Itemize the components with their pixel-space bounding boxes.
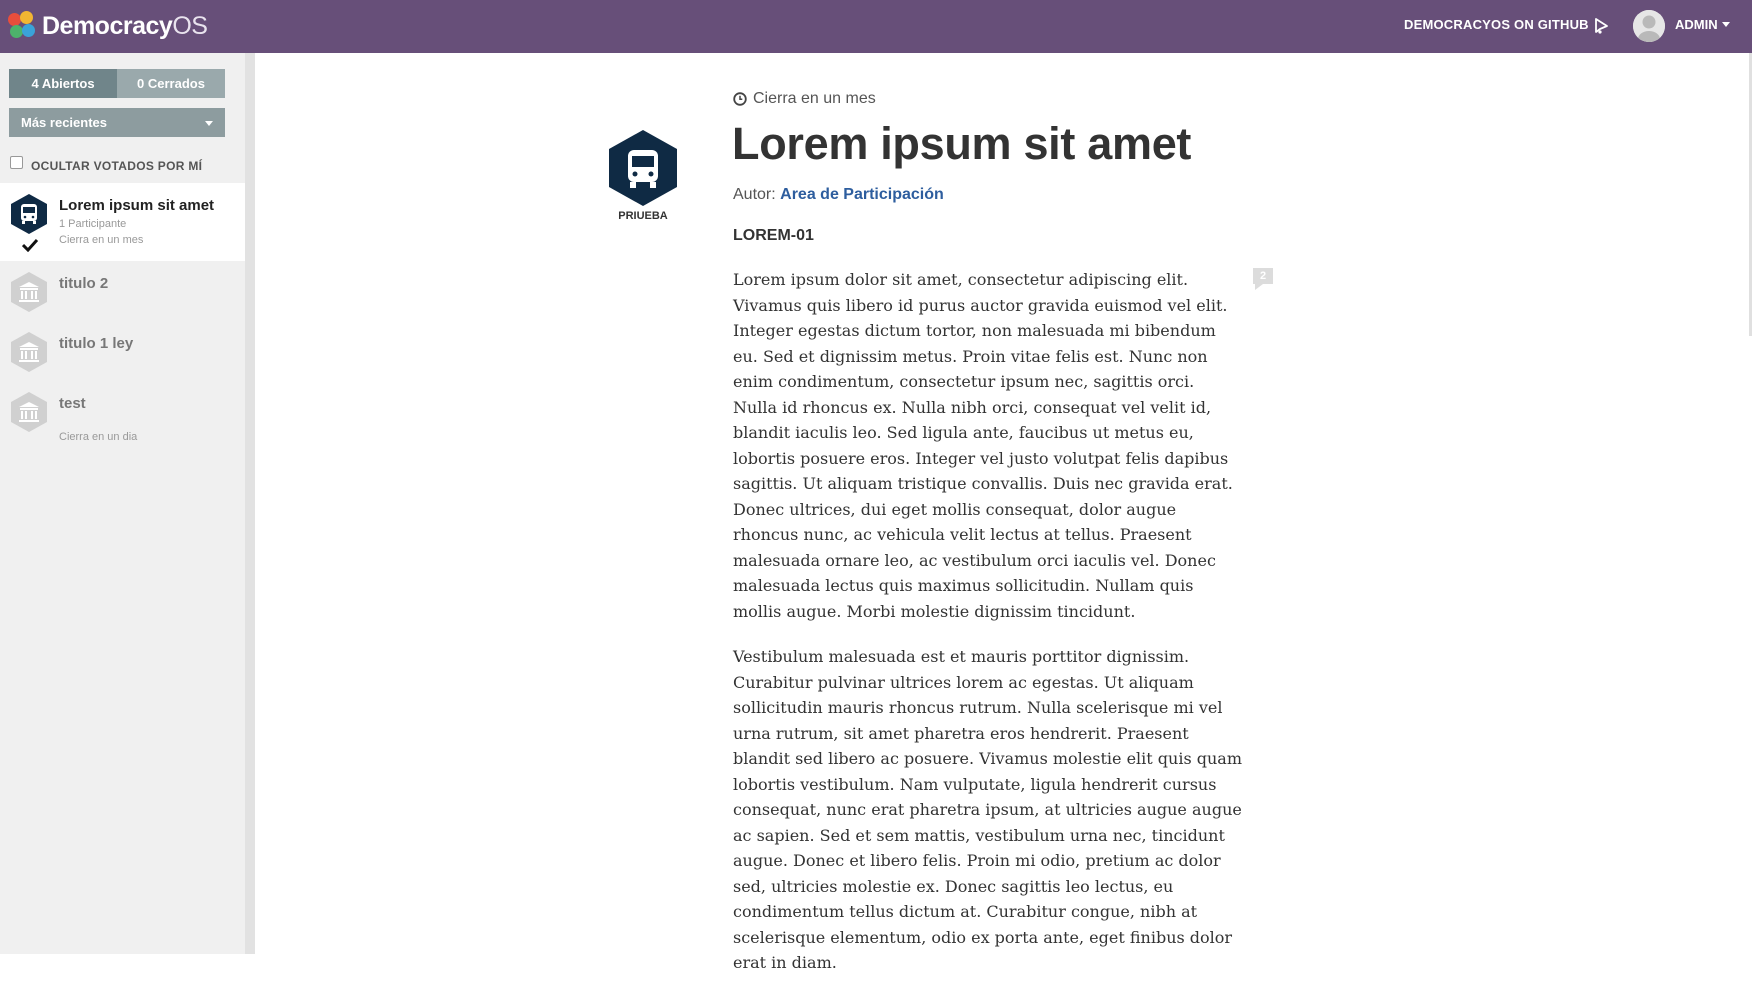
topic-list-item[interactable]: titulo 1 ley [0,321,245,381]
hide-voted-checkbox[interactable] [10,155,23,169]
user-menu[interactable]: ADMIN [1675,17,1718,32]
user-avatar[interactable] [1633,10,1665,42]
sidebar-divider [245,53,255,954]
topic-code: LOREM-01 [733,227,814,244]
body-paragraph: Vestibulum malesuada est et mauris portt… [733,647,1243,972]
github-link[interactable]: DEMOCRACYOS ON GITHUB [1404,17,1589,32]
topic-closing-text: Cierra en un mes [753,90,876,107]
tab-open[interactable]: 4 Abiertos [9,69,117,98]
topic-list-item[interactable]: test Cierra en un dia [0,381,245,447]
topic-tag-label: PRIUEBA [618,210,668,222]
topic-body: Lorem ipsum dolor sit amet, consectetur … [733,267,1243,996]
clock-icon [733,92,747,106]
institution-icon [11,332,47,372]
topic-tag-badge[interactable]: PRIUEBA [607,128,679,224]
topic-author: Autor: Area de Participación [733,186,944,204]
body-paragraph: Lorem ipsum dolor sit amet, consectetur … [733,270,1233,621]
author-link[interactable]: Area de Participación [780,186,944,203]
user-silhouette-icon [1633,10,1665,42]
author-prefix: Autor: [733,186,776,203]
paragraph-comments-button[interactable]: 2 [1253,268,1273,290]
logo-mark-icon [8,11,38,41]
topic-closing-time: Cierra en un mes [733,90,876,108]
topic-list-item[interactable]: titulo 2 [0,261,245,321]
democracyos-logo[interactable]: DemocracyOS [8,9,208,43]
sort-select[interactable]: Más recientes [9,108,225,137]
topic-title: test [59,395,86,412]
topic-list-item[interactable]: Lorem ipsum sit amet 1 Participante Cier… [0,183,245,261]
top-navbar: DemocracyOS DEMOCRACYOS ON GITHUB ADMIN [0,0,1752,53]
tab-closed[interactable]: 0 Cerrados [117,69,225,98]
hide-voted-filter[interactable]: OCULTAR VOTADOS POR MÍ [10,151,202,173]
topic-title: Lorem ipsum sit amet [59,197,215,214]
topic-title: titulo 2 [59,275,109,292]
sidebar: 4 Abiertos 0 Cerrados Más recientes OCUL… [0,53,245,954]
bus-icon [11,194,47,234]
topic-participants: 1 Participante [59,218,127,230]
institution-icon [11,392,47,432]
comment-bubble-icon [1255,284,1263,290]
comment-count: 2 [1253,268,1273,284]
page-title: Lorem ipsum sit amet [732,118,1192,169]
topic-title: titulo 1 ley [59,335,134,352]
sort-select-label: Más recientes [21,115,107,130]
institution-icon [11,272,47,312]
hide-voted-label: OCULTAR VOTADOS POR MÍ [31,159,203,173]
topic-status-tabs: 4 Abiertos 0 Cerrados [9,69,225,98]
topic-closes: Cierra en un mes [59,234,144,246]
voted-check-icon [22,238,38,252]
logo-text: DemocracyOS [42,11,208,40]
bus-icon [609,130,677,206]
notifications-icon[interactable] [1592,17,1610,35]
chevron-down-icon [205,121,213,126]
topic-closes: Cierra en un dia [59,431,138,443]
user-menu-caret-icon[interactable] [1722,22,1730,27]
